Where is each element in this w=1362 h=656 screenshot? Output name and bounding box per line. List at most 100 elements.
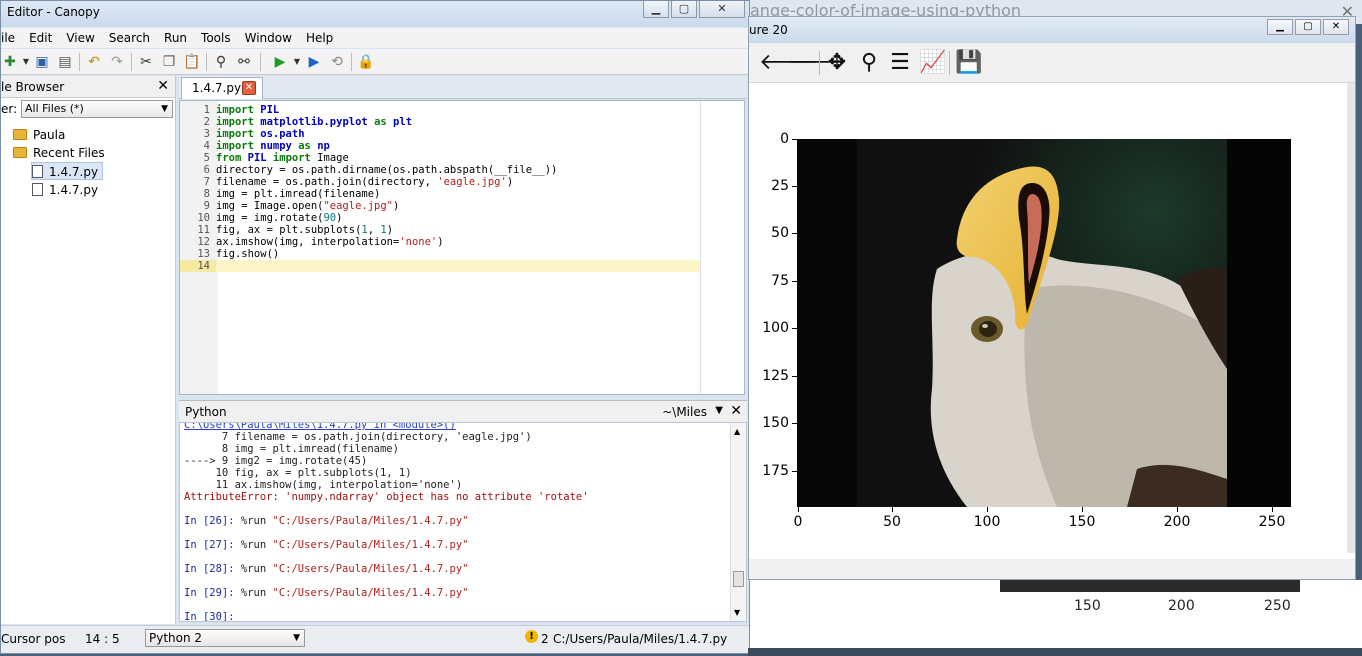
zoom-icon[interactable]: ⚲ xyxy=(857,51,881,75)
console-scrollbar[interactable]: ▲ ▼ xyxy=(730,423,746,621)
x-tick-mark xyxy=(798,507,799,512)
close-button[interactable]: ✕ xyxy=(699,1,745,18)
file-filter-value: All Files (*) xyxy=(25,102,84,115)
traceback-line: 11 ax.imshow(img, interpolation='none') xyxy=(184,479,463,491)
menu-view[interactable]: View xyxy=(59,31,101,45)
file-browser-panel: le Browser ✕ er: All Files (*) ▼ Paula R… xyxy=(1,76,176,624)
chevron-down-icon[interactable]: ▼ xyxy=(715,405,723,416)
python-file-icon xyxy=(32,165,43,178)
line-number: 5 xyxy=(203,152,210,164)
python-console[interactable]: C:\Users\Paula\Miles\1.4.7.py in <module… xyxy=(179,422,747,622)
scrollbar-thumb[interactable] xyxy=(733,571,744,587)
copy-icon[interactable]: ❐ xyxy=(160,53,178,71)
line-number: 7 xyxy=(203,176,210,188)
maximize-button[interactable]: ▢ xyxy=(671,1,697,18)
redo-icon[interactable]: ↷ xyxy=(108,53,126,71)
maximize-button[interactable]: ▢ xyxy=(1295,19,1321,35)
prompt-label: In [30]: xyxy=(184,611,241,622)
code-line: 5 from PIL import Image xyxy=(180,152,700,164)
x-tick-mark xyxy=(1272,507,1273,512)
save-figure-icon[interactable]: 💾 xyxy=(955,51,982,75)
traceback-line: 10 fig, ax = plt.subplots(1, 1) xyxy=(184,467,412,479)
code-line: 13 fig.show() xyxy=(180,248,700,260)
tree-folder-recent-files[interactable]: Recent Files xyxy=(13,144,105,162)
code-line-current: 14 xyxy=(180,260,700,272)
save-icon[interactable]: ▣ xyxy=(33,53,51,71)
prompt-argument: "C:/Users/Paula/Miles/1.4.7.py" xyxy=(272,563,469,575)
line-number: 3 xyxy=(203,128,210,140)
interpreter-select[interactable]: Python 2 ▼ xyxy=(145,629,305,647)
back-arrow-icon[interactable]: 🡐 xyxy=(759,51,818,75)
y-tick-mark xyxy=(792,281,797,282)
traceback-line: ----> 9 img2 = img.rotate(45) xyxy=(184,455,368,467)
package-manager-icon[interactable]: 🔒 xyxy=(357,53,375,71)
forward-arrow-icon[interactable]: 🡒 xyxy=(788,51,847,75)
menu-run[interactable]: Run xyxy=(157,31,194,45)
x-tick-mark xyxy=(987,507,988,512)
pan-icon[interactable]: ✥ xyxy=(825,51,849,75)
file-path: C:/Users/Paula/Miles/1.4.7.py xyxy=(553,632,728,646)
run-icon[interactable]: ▶ xyxy=(271,53,289,71)
close-tab-icon[interactable]: ✕ xyxy=(242,81,256,95)
warning-icon[interactable]: ! xyxy=(525,630,538,643)
prompt-label: In [28]: xyxy=(184,563,241,575)
figure-titlebar[interactable]: ure 20 ▁ ▢ ✕ xyxy=(749,17,1355,43)
console-prompt-active[interactable]: In [30]: xyxy=(180,611,746,622)
python-console-header: Python ~\Miles ▼ ✕ xyxy=(179,400,747,422)
save-all-icon[interactable]: ▤ xyxy=(56,53,74,71)
scroll-down-icon[interactable]: ▼ xyxy=(734,608,740,617)
find-icon[interactable]: ⚲ xyxy=(212,53,230,71)
console-prompt: In [26]: %run "C:/Users/Paula/Miles/1.4.… xyxy=(180,515,746,527)
tree-file-item[interactable]: 1.4.7.py xyxy=(31,162,104,180)
menu-window[interactable]: Window xyxy=(238,31,299,45)
tree-folder-paula[interactable]: Paula xyxy=(13,126,65,144)
minimize-button[interactable]: ▁ xyxy=(643,1,669,18)
figure-scrollbar[interactable] xyxy=(1347,83,1355,553)
cut-icon[interactable]: ✂ xyxy=(137,53,155,71)
menu-edit[interactable]: Edit xyxy=(22,31,59,45)
prompt-argument: "C:/Users/Paula/Miles/1.4.7.py" xyxy=(272,539,469,551)
background-tick: 250 xyxy=(1264,598,1291,614)
paste-icon[interactable]: 📋 xyxy=(183,53,201,71)
canopy-titlebar[interactable]: Editor - Canopy ▁ ▢ ✕ xyxy=(1,1,749,27)
filter-label: er: xyxy=(1,102,18,116)
menu-file[interactable]: ile xyxy=(1,31,22,45)
tree-item-label: Paula xyxy=(33,128,66,142)
close-button[interactable]: ✕ xyxy=(1323,19,1349,35)
line-number: 10 xyxy=(197,212,210,224)
close-panel-icon[interactable]: ✕ xyxy=(157,78,169,94)
prompt-argument: "C:/Users/Paula/Miles/1.4.7.py" xyxy=(272,515,469,527)
folder-icon xyxy=(13,147,27,158)
x-tick-mark xyxy=(892,507,893,512)
undo-icon[interactable]: ↶ xyxy=(85,53,103,71)
code-editor[interactable]: 1 import PIL 2 import matplotlib.pyplot as… xyxy=(179,100,745,395)
debug-run-icon[interactable]: ▶ xyxy=(305,53,323,71)
scroll-up-icon[interactable]: ▲ xyxy=(734,427,740,436)
window-controls: ▁ ▢ ✕ xyxy=(1267,19,1349,35)
tree-file-item[interactable]: 1.4.7.py xyxy=(32,181,98,199)
y-tick-mark xyxy=(792,233,797,234)
menu-search[interactable]: Search xyxy=(102,31,157,45)
cursor-pos-value: 14 : 5 xyxy=(85,632,120,646)
tab-1-4-7-py[interactable]: 1.4.7.py ✕ xyxy=(181,77,263,99)
run-dropdown-icon[interactable]: ▼ xyxy=(288,53,306,71)
menu-tools[interactable]: Tools xyxy=(194,31,238,45)
configure-subplots-icon[interactable]: ☰ xyxy=(888,51,912,75)
code-line: 8 img = plt.imread(filename) xyxy=(180,188,700,200)
console-prompt: In [28]: %run "C:/Users/Paula/Miles/1.4.… xyxy=(180,563,746,575)
menu-help[interactable]: Help xyxy=(299,31,340,45)
traceback-link[interactable]: C:\Users\Paula\Miles\1.4.7.py in <module… xyxy=(180,423,746,431)
working-directory[interactable]: ~\Miles xyxy=(662,405,707,419)
toolbar-separator xyxy=(351,53,352,71)
error-message: AttributeError: 'numpy.ndarray' object h… xyxy=(184,491,589,503)
y-tick-label: 175 xyxy=(762,463,789,479)
close-panel-icon[interactable]: ✕ xyxy=(730,403,742,419)
minimize-button[interactable]: ▁ xyxy=(1267,19,1293,35)
restart-kernel-icon[interactable]: ⟲ xyxy=(328,53,346,71)
edit-axis-icon[interactable]: 📈 xyxy=(919,51,946,75)
file-filter-select[interactable]: All Files (*) ▼ xyxy=(21,100,173,118)
figure-title: ure 20 xyxy=(749,23,788,37)
find-replace-icon[interactable]: ⚯ xyxy=(235,53,253,71)
